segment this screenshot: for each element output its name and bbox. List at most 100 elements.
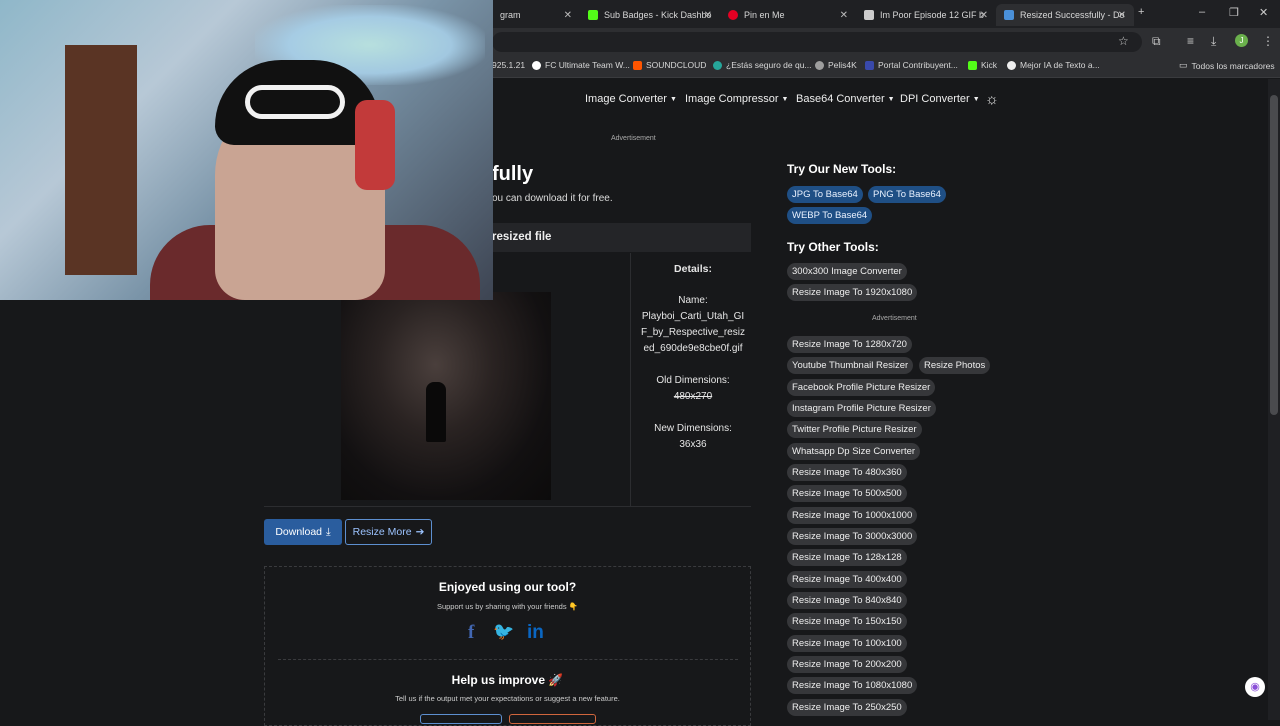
nav-label: DPI Converter [900,93,970,105]
feedback-no-button[interactable] [509,714,596,724]
tool-link[interactable]: Resize Image To 1080x1080 [787,677,918,694]
file-name-line: Playboi_Carti_Utah_GI [641,311,745,322]
close-tab-icon[interactable]: ✕ [1118,10,1126,21]
resized-image-preview [341,292,551,500]
ai-favicon-icon [1007,60,1016,70]
all-bookmarks-folder[interactable]: ▭ Todos los marcadores [1179,60,1275,71]
tool-link[interactable]: Resize Photos [919,357,991,374]
tool-link[interactable]: Resize Image To 840x840 [787,592,907,609]
bookmark-star-icon[interactable]: ☆ [1118,34,1129,48]
divider [278,659,738,660]
close-window-icon[interactable]: ✕ [1259,6,1268,19]
old-dimensions-label: Old Dimensions: [656,375,730,386]
bookmark-item[interactable]: ¿Estás seguro de qu... [713,60,812,70]
chevron-down-icon: ▼ [669,95,677,103]
tool-link[interactable]: Resize Image To 1920x1080 [787,284,918,301]
download-icon: ⤓ [326,525,331,538]
tab-label: Resized Successfully - Do [1020,10,1125,20]
tool-link[interactable]: WEBP To Base64 [787,207,873,224]
new-tools-title: Try Our New Tools: [787,162,897,176]
bookmark-item[interactable]: FC Ultimate Team W... [532,60,630,70]
browser-menu-icon[interactable]: ⋮ [1262,34,1274,48]
facebook-icon[interactable]: f [468,622,474,644]
door [65,45,137,275]
tool-link[interactable]: Resize Image To 1000x1000 [787,507,918,524]
tool-link[interactable]: Resize Image To 200x200 [787,656,907,673]
bookmark-label: Pelis4K [828,60,857,70]
close-tab-icon[interactable]: ✕ [980,10,988,21]
tab-instagram[interactable]: gram ✕ [492,4,580,26]
globe-favicon-icon [815,60,824,70]
tab-label: gram [500,10,521,20]
tool-link[interactable]: Resize Image To 100x100 [787,635,907,652]
scrollbar-thumb[interactable] [1270,95,1278,415]
tool-link[interactable]: Resize Image To 480x360 [787,464,907,481]
bookmark-label: 925.1.21 [492,60,526,70]
theme-toggle-icon[interactable]: ☼ [985,91,999,108]
linkedin-icon[interactable]: in [527,622,544,644]
address-bar[interactable] [492,32,1142,52]
bookmark-item[interactable]: Mejor IA de Texto a... [1007,60,1100,70]
tool-link[interactable]: Resize Image To 3000x3000 [787,528,918,545]
webcam-overlay [0,0,493,300]
feedback-yes-button[interactable] [420,714,502,724]
tool-link[interactable]: Facebook Profile Picture Resizer [787,379,936,396]
bookmark-item[interactable]: 925.1.21 [492,60,525,70]
kick-favicon-icon [968,60,977,70]
bookmark-item[interactable]: Kick [968,60,997,70]
nav-dpi-converter[interactable]: DPI Converter ▼ [900,93,980,105]
media-control-icon[interactable]: ≡ [1187,34,1194,48]
tool-link[interactable]: Whatsapp Dp Size Converter [787,443,921,460]
tool-link[interactable]: Resize Image To 500x500 [787,485,907,502]
tool-link[interactable]: JPG To Base64 [787,186,863,203]
twitter-icon[interactable]: 🐦 [493,622,514,642]
minimize-icon[interactable]: – [1199,6,1205,18]
tool-link[interactable]: 300x300 Image Converter [787,263,907,280]
extensions-icon[interactable]: ⧉ [1152,34,1161,49]
nav-base64-converter[interactable]: Base64 Converter ▼ [796,93,895,105]
tool-link[interactable]: Twitter Profile Picture Resizer [787,421,922,438]
tab-pinterest[interactable]: Pin en Me ✕ [720,4,856,26]
portal-favicon-icon [865,60,874,70]
nav-image-converter[interactable]: Image Converter ▼ [585,93,677,105]
file-name-line: F_by_Respective_resiz [641,327,745,338]
chevron-down-icon: ▼ [887,95,895,103]
profile-avatar[interactable]: J [1235,34,1248,47]
tool-link[interactable]: Instagram Profile Picture Resizer [787,400,936,417]
help-title: Help us improve 🚀 [451,673,564,687]
bookmark-item[interactable]: Portal Contribuyent... [865,60,958,70]
page-favicon-icon [864,10,874,20]
nav-label: Image Converter [585,93,667,105]
pinterest-favicon-icon [728,10,738,20]
card-header: resized file [492,223,751,252]
close-tab-icon[interactable]: ✕ [564,10,572,21]
file-name-line: ed_690de9e8cbe0f.gif [643,343,743,354]
site-favicon-icon [1004,10,1014,20]
tab-kick-dashboard[interactable]: Sub Badges - Kick Dashbo ✕ [580,4,720,26]
tool-link[interactable]: Resize Image To 250x250 [787,699,907,716]
close-tab-icon[interactable]: ✕ [840,10,848,21]
tool-link[interactable]: PNG To Base64 [868,186,946,203]
arrow-right-icon: ➔ [415,526,425,538]
tool-link[interactable]: Resize Image To 400x400 [787,571,907,588]
headset [355,100,395,190]
downloads-icon[interactable]: ⤓ [1211,34,1216,49]
bookmark-item[interactable]: SOUNDCLOUD [633,60,706,70]
tool-link[interactable]: Youtube Thumbnail Resizer [787,357,914,374]
maximize-icon[interactable]: ❐ [1229,6,1239,19]
tool-link[interactable]: Resize Image To 1280x720 [787,336,912,353]
chat-widget-button[interactable]: ◉ [1245,677,1265,697]
nav-image-compressor[interactable]: Image Compressor ▼ [685,93,788,105]
bookmark-label: Mejor IA de Texto a... [1020,60,1100,70]
download-button[interactable]: Download ⤓ [264,519,342,545]
tool-link[interactable]: Resize Image To 128x128 [787,549,907,566]
new-dimensions-label: New Dimensions: [654,423,732,434]
tab-resized-successfully[interactable]: Resized Successfully - Do ✕ [996,4,1134,26]
tab-gif[interactable]: Im Poor Episode 12 GIF b ✕ [856,4,996,26]
bookmark-item[interactable]: Pelis4K [815,60,857,70]
resize-more-button[interactable]: Resize More ➔ [345,519,432,545]
tool-link[interactable]: Resize Image To 150x150 [787,613,907,630]
advertisement-label: Advertisement [611,135,656,142]
new-tab-button[interactable]: + [1138,6,1144,18]
close-tab-icon[interactable]: ✕ [704,10,712,21]
